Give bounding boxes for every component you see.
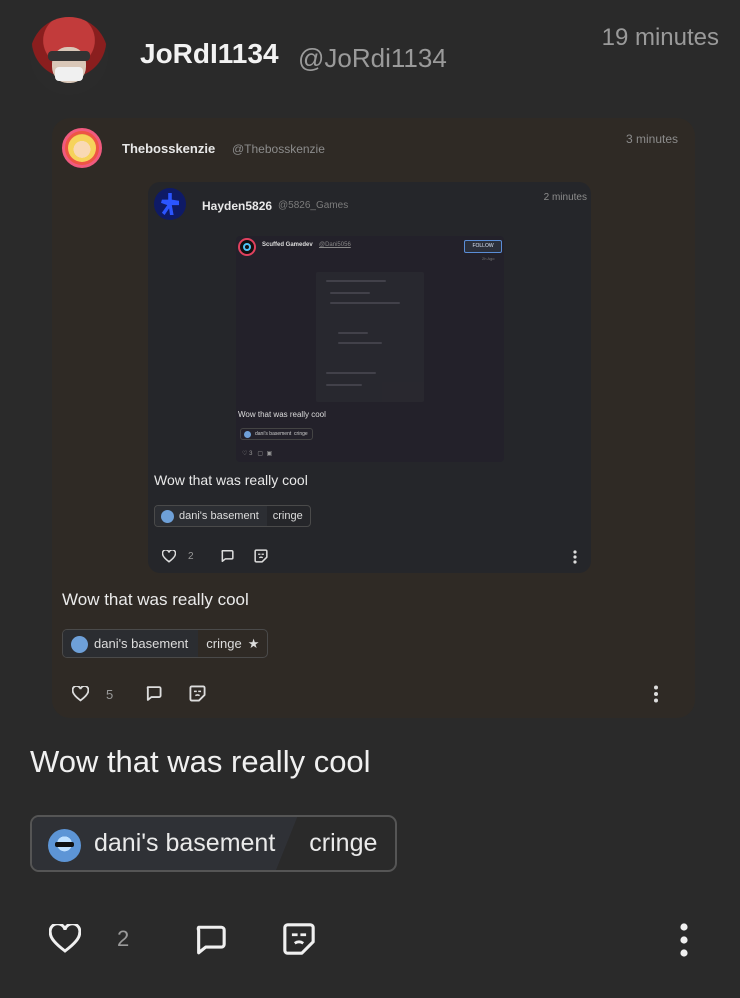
heart-icon[interactable]	[49, 924, 81, 954]
avatar-image	[243, 243, 251, 251]
community-name: dani's basement	[255, 431, 292, 437]
deep-nested-content	[316, 272, 424, 402]
community-name: dani's basement	[94, 829, 276, 857]
more-vertical-icon[interactable]	[671, 922, 697, 958]
star-icon: ★	[247, 635, 260, 651]
heart-icon[interactable]: ♡	[242, 451, 247, 457]
like-count: 3	[249, 451, 253, 457]
quoted-author-handle[interactable]: @Thebosskenzie	[232, 142, 325, 156]
author-handle[interactable]: @JoRdi1134	[298, 43, 447, 74]
like-count: 2	[117, 926, 130, 951]
flair-label: cringe	[294, 431, 308, 437]
flair-label: cringe	[272, 510, 303, 522]
deep-action-bar: ♡ 3 ▢ ▣	[242, 450, 272, 457]
quoted-post[interactable]: Thebosskenzie @Thebosskenzie 3 minutes H…	[52, 118, 695, 718]
comment-icon[interactable]	[220, 549, 234, 563]
quote-icon[interactable]: ▣	[266, 451, 272, 457]
nested-community-tag[interactable]: dani's basement cringe	[154, 505, 311, 527]
avatar-mask	[55, 67, 83, 81]
post-time: 19 minutes	[601, 24, 719, 51]
nested-author-avatar[interactable]	[154, 188, 186, 220]
quote-icon[interactable]	[254, 549, 268, 563]
community-tag[interactable]: dani's basement cringe	[30, 815, 398, 872]
follow-button[interactable]: FOLLOW	[464, 240, 502, 253]
community-icon	[161, 510, 174, 523]
comment-icon[interactable]	[145, 685, 162, 702]
nested-quoted-post[interactable]: Hayden5826 @5826_Games 2 minutes Scuffed…	[148, 182, 591, 573]
flair-label: cringe	[206, 636, 242, 651]
flair-label: cringe	[309, 829, 378, 857]
quoted-post-time: 3 minutes	[625, 132, 678, 146]
quoted-post-text: Wow that was really cool	[62, 590, 249, 609]
deep-author-handle[interactable]: @Dani5056	[319, 242, 351, 248]
comment-icon[interactable]	[193, 923, 227, 957]
deep-quoted-post[interactable]: Scuffed Gamedev @Dani5056 FOLLOW 2h Ago …	[236, 236, 504, 462]
community-name: dani's basement	[179, 510, 259, 522]
quote-icon[interactable]	[189, 685, 206, 702]
quoted-author-name[interactable]: Thebosskenzie	[122, 141, 215, 156]
deep-author-avatar[interactable]	[238, 238, 256, 256]
quoted-author-avatar[interactable]	[62, 128, 102, 168]
like-count: 2	[188, 551, 194, 562]
more-vertical-icon[interactable]	[572, 550, 578, 564]
nested-author-name[interactable]: Hayden5826	[202, 199, 272, 213]
like-count: 5	[106, 687, 114, 702]
avatar-image	[161, 193, 179, 215]
community-icon	[48, 829, 81, 862]
heart-icon[interactable]	[162, 550, 176, 563]
quote-icon[interactable]	[282, 922, 316, 956]
deep-community-tag[interactable]: dani's basement cringe	[240, 428, 313, 440]
deep-post-time: 2h Ago	[482, 256, 495, 261]
more-vertical-icon[interactable]	[653, 685, 659, 703]
community-name: dani's basement	[94, 636, 189, 651]
nested-post-time: 2 minutes	[543, 192, 587, 203]
community-icon	[71, 636, 88, 653]
heart-icon[interactable]	[72, 686, 89, 702]
comment-icon[interactable]: ▢	[257, 451, 263, 457]
avatar-image	[68, 134, 96, 162]
author-name[interactable]: JoRdI1134	[140, 38, 279, 70]
deep-author-name[interactable]: Scuffed Gamedev	[262, 242, 313, 248]
nested-post-text: Wow that was really cool	[154, 472, 308, 488]
post-text: Wow that was really cool	[30, 744, 371, 779]
author-avatar[interactable]	[30, 17, 108, 95]
community-icon	[244, 431, 251, 438]
nested-author-handle[interactable]: @5826_Games	[278, 200, 348, 211]
avatar-glasses	[48, 51, 90, 61]
quoted-community-tag[interactable]: dani's basement cringe ★	[62, 629, 269, 658]
deep-post-text: Wow that was really cool	[238, 410, 326, 419]
